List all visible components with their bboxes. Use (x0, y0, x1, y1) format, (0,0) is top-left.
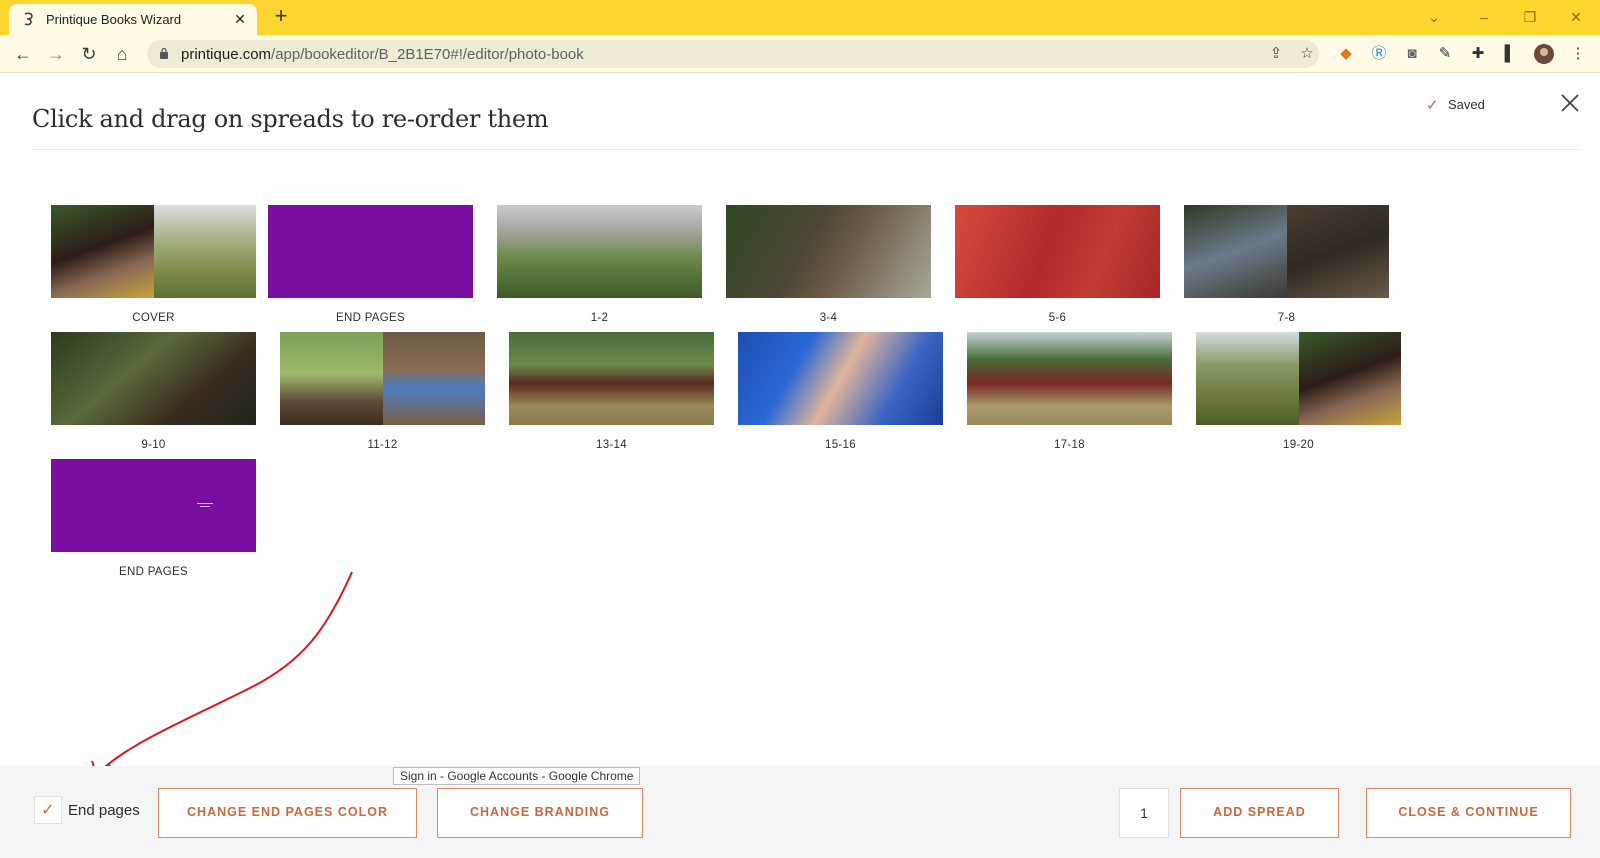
branding-logo-icon (197, 503, 213, 507)
saved-status: ✓ Saved (1426, 97, 1485, 114)
photo-right (382, 332, 485, 425)
address-bar[interactable]: printique.com/app/bookeditor/B_2B1E70#!/… (147, 40, 1319, 68)
book-editor-page: Click and drag on spreads to re-order th… (0, 73, 1600, 858)
spread-thumbnail (268, 205, 473, 298)
spread-label: 7-8 (1277, 312, 1296, 324)
spread-thumbnail (738, 332, 943, 425)
header-divider (32, 149, 1580, 150)
spread-label: 13-14 (596, 439, 627, 451)
browser-toolbar: ← → ↻ ⌂ printique.com/app/bookeditor/B_2… (0, 35, 1600, 73)
spread-thumbnail (1196, 332, 1401, 425)
spread-thumbnail (726, 205, 931, 298)
spread-label: 17-18 (1054, 439, 1085, 451)
spread-label: 5-6 (1048, 312, 1067, 324)
spread-label: 3-4 (819, 312, 838, 324)
photo-left (51, 205, 154, 298)
photo-left (1184, 205, 1287, 298)
forward-icon[interactable]: → (45, 43, 67, 65)
close-tab-icon[interactable]: ✕ (231, 10, 249, 28)
photo-right (153, 205, 256, 298)
window-close-icon[interactable]: ✕ (1565, 6, 1587, 28)
close-editor-icon[interactable] (1558, 91, 1582, 115)
spread-thumbnail (955, 205, 1160, 298)
printique-favicon-icon (24, 12, 33, 26)
spread-label: 11-12 (367, 439, 398, 451)
spread-label: END PAGES (336, 312, 405, 324)
share-icon[interactable]: ⇪ (1267, 45, 1285, 63)
spread-label: END PAGES (119, 566, 188, 578)
extensions-puzzle-icon[interactable]: ✚ (1468, 44, 1488, 64)
metamask-extension-icon[interactable]: ◆ (1336, 44, 1356, 64)
end-pages-label: End pages (68, 802, 140, 819)
photo-right (1298, 332, 1401, 425)
spread-thumbnail (967, 332, 1172, 425)
photo-left (280, 332, 383, 425)
tab-strip: Printique Books Wizard ✕ + ⌄ – ❐ ✕ (0, 0, 1600, 35)
browser-tab[interactable]: Printique Books Wizard ✕ (9, 4, 257, 35)
url-path: /app/bookeditor/B_2B1E70#!/editor/photo-… (271, 46, 584, 63)
spread-thumbnail (280, 332, 485, 425)
spread-thumbnail (51, 459, 256, 552)
spread-thumbnail (51, 332, 256, 425)
restore-icon[interactable]: ❐ (1519, 6, 1541, 28)
close-continue-button[interactable]: CLOSE & CONTINUE (1366, 788, 1571, 838)
reload-icon[interactable]: ↻ (78, 43, 100, 65)
tab-title: Printique Books Wizard (46, 12, 182, 27)
change-branding-button[interactable]: CHANGE BRANDING (437, 788, 643, 838)
profile-avatar[interactable] (1534, 44, 1554, 64)
spread-thumbnail (509, 332, 714, 425)
spread-thumbnail (51, 205, 256, 298)
lock-icon (160, 47, 168, 59)
new-tab-icon[interactable]: + (270, 5, 292, 28)
bottom-action-bar: ✓ End pages CHANGE END PAGES COLOR CHANG… (0, 766, 1600, 858)
spread-label: 1-2 (590, 312, 609, 324)
camera-extension-icon[interactable]: ◙ (1402, 44, 1422, 64)
minimize-icon[interactable]: – (1473, 6, 1495, 28)
back-icon[interactable]: ← (12, 43, 34, 65)
photo-right (1286, 205, 1389, 298)
home-icon[interactable]: ⌂ (111, 43, 133, 65)
spread-thumbnail (1184, 205, 1389, 298)
spread-label: 9-10 (141, 439, 166, 451)
spread-label: 15-16 (825, 439, 856, 451)
pen-extension-icon[interactable]: ✎ (1435, 44, 1455, 64)
page-title: Click and drag on spreads to re-order th… (32, 105, 549, 133)
spread-label: COVER (132, 312, 175, 324)
chrome-menu-icon[interactable]: ⋮ (1568, 44, 1588, 64)
extension-r-icon[interactable]: Ⓡ (1369, 44, 1389, 64)
change-end-pages-color-button[interactable]: CHANGE END PAGES COLOR (158, 788, 417, 838)
avatar-icon (1534, 44, 1554, 64)
checkmark-icon: ✓ (41, 802, 55, 819)
browser-window: Printique Books Wizard ✕ + ⌄ – ❐ ✕ ← → ↻… (0, 0, 1600, 858)
photo-left (1196, 332, 1299, 425)
spread-label: 19-20 (1283, 439, 1314, 451)
check-icon: ✓ (1426, 97, 1439, 114)
taskbar-tooltip: Sign in - Google Accounts - Google Chrom… (393, 767, 641, 785)
saved-label: Saved (1448, 97, 1485, 112)
url-text: printique.com/app/bookeditor/B_2B1E70#!/… (181, 46, 584, 63)
url-host: printique.com (181, 46, 272, 63)
tab-search-icon[interactable]: ⌄ (1423, 6, 1445, 28)
spread-thumbnail (497, 205, 702, 298)
bookmark-star-icon[interactable]: ☆ (1298, 45, 1316, 63)
spread-count-input[interactable]: 1 (1119, 788, 1169, 838)
end-pages-checkbox[interactable]: ✓ (34, 796, 62, 824)
side-panel-icon[interactable]: ▌ (1500, 44, 1520, 64)
add-spread-button[interactable]: ADD SPREAD (1180, 788, 1339, 838)
